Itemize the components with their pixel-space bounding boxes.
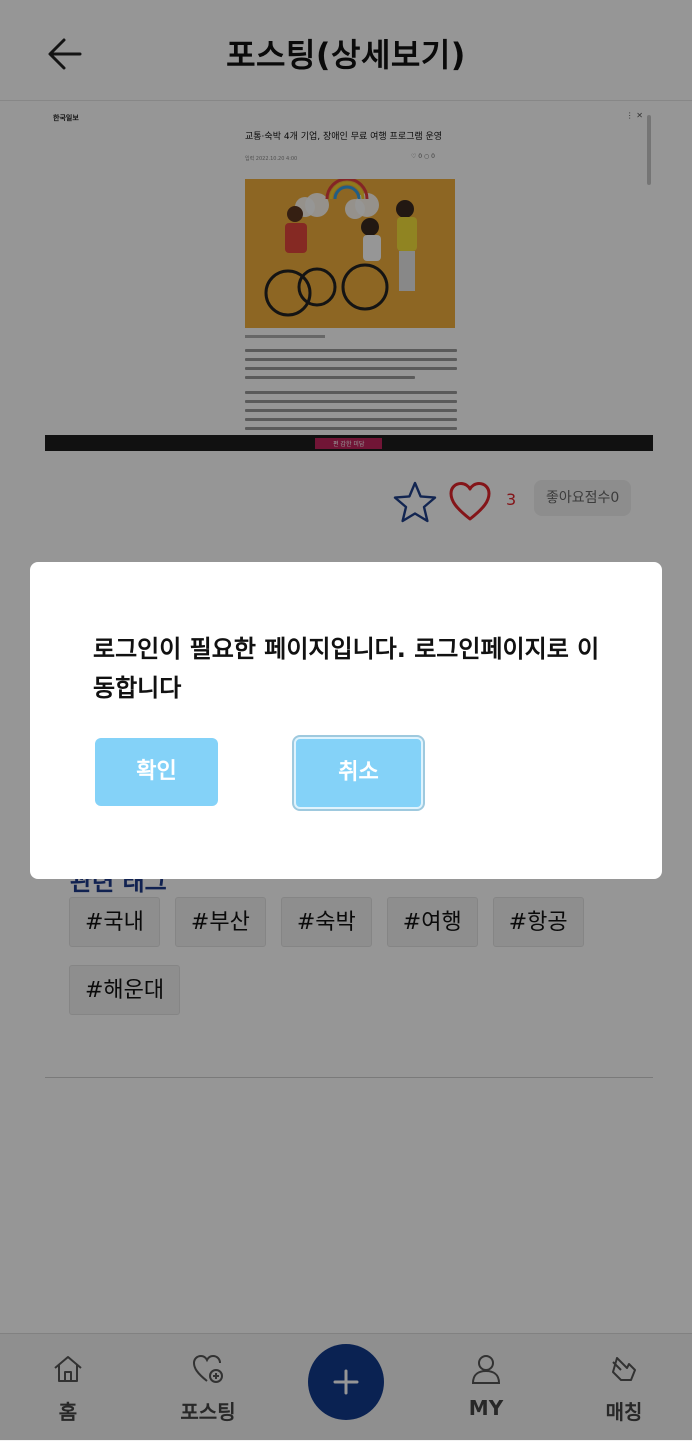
- dialog-message: 로그인이 필요한 페이지입니다. 로그인페이지로 이동합니다: [93, 635, 600, 702]
- login-required-dialog: 로그인이 필요한 페이지입니다. 로그인페이지로 이동합니다 확인 취소: [30, 562, 662, 879]
- confirm-button[interactable]: 확인: [95, 738, 218, 806]
- cancel-button[interactable]: 취소: [294, 737, 423, 809]
